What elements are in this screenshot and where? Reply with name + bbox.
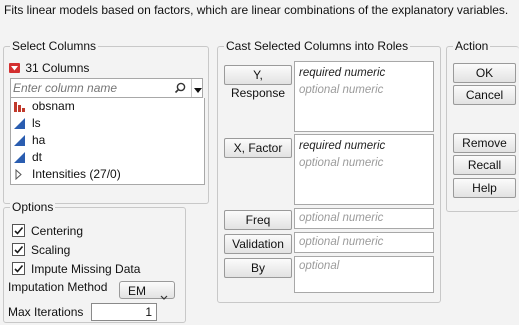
search-icon[interactable] (174, 81, 188, 98)
y-response-list[interactable]: required numeric optional numeric (294, 61, 434, 132)
list-item-label: dt (32, 150, 43, 164)
column-search-box (10, 78, 203, 98)
expand-triangle-icon[interactable] (14, 168, 27, 181)
search-options-dropdown-icon[interactable] (194, 84, 203, 98)
list-item[interactable]: obsnam (14, 98, 75, 115)
red-triangle-menu-icon[interactable] (9, 63, 20, 73)
validation-role-optional: optional numeric (299, 236, 384, 248)
column-list: obsnam ls ha dt Intensities (27/0) (10, 98, 205, 185)
ok-button[interactable]: OK (453, 63, 516, 83)
freq-list[interactable]: optional numeric (294, 208, 434, 229)
y-role-optional: optional numeric (299, 84, 384, 96)
imputation-method-value: EM (128, 284, 146, 298)
list-item-label: ha (32, 133, 46, 147)
validation-button[interactable]: Validation (224, 234, 292, 254)
remove-button[interactable]: Remove (453, 133, 516, 153)
cancel-button[interactable]: Cancel (453, 85, 516, 105)
x-role-requirement: required numeric (299, 140, 386, 152)
cast-roles-title: Cast Selected Columns into Roles (224, 38, 411, 54)
by-role-optional: optional (299, 260, 340, 272)
list-item-label: Intensities (27/0) (32, 167, 121, 181)
max-iterations-value: 1 (145, 305, 152, 319)
by-list[interactable]: optional (294, 256, 434, 293)
columns-menu[interactable]: 31 Columns (9, 60, 89, 76)
list-item-label: obsnam (32, 99, 75, 113)
y-response-button[interactable]: Y, Response (224, 65, 292, 100)
list-item-label: ls (32, 116, 41, 130)
x-role-optional: optional numeric (299, 157, 384, 169)
search-options-divider (191, 79, 192, 97)
checkbox-checked-icon[interactable] (12, 243, 25, 256)
list-item[interactable]: ha (14, 132, 45, 149)
max-iterations-field[interactable]: 1 (91, 303, 157, 321)
imputation-method-select[interactable]: EM (119, 281, 175, 300)
continuous-triangle-icon (14, 151, 27, 163)
action-title: Action (453, 38, 491, 54)
recall-button[interactable]: Recall (453, 155, 516, 175)
options-panel: Options Centering Scaling Impute Missing… (3, 199, 186, 323)
help-button[interactable]: Help (453, 178, 516, 198)
validation-list[interactable]: optional numeric (294, 232, 434, 253)
options-title: Options (10, 199, 56, 215)
max-iterations-label: Max Iterations (8, 305, 84, 319)
cast-roles-panel: Cast Selected Columns into Roles Y, Resp… (217, 38, 441, 303)
continuous-triangle-icon (14, 117, 27, 129)
x-factor-button[interactable]: X, Factor (224, 138, 292, 158)
x-factor-list[interactable]: required numeric optional numeric (294, 134, 434, 205)
impute-label: Impute Missing Data (31, 262, 141, 276)
column-search-input[interactable] (13, 80, 171, 96)
action-panel: Action OK Cancel Remove Recall Help (446, 38, 519, 212)
nominal-bar-icon (14, 100, 27, 112)
checkbox-checked-icon[interactable] (12, 224, 25, 237)
list-item[interactable]: dt (14, 149, 42, 166)
imputation-method-label: Imputation Method (8, 280, 108, 294)
freq-role-optional: optional numeric (299, 212, 384, 224)
scaling-checkbox[interactable]: Scaling (12, 242, 70, 258)
select-columns-title: Select Columns (10, 38, 99, 54)
continuous-triangle-icon (14, 134, 27, 146)
impute-checkbox[interactable]: Impute Missing Data (12, 261, 140, 277)
y-role-requirement: required numeric (299, 67, 386, 79)
list-item-group[interactable]: Intensities (27/0) (14, 166, 121, 183)
freq-button[interactable]: Freq (224, 210, 292, 230)
platform-description: Fits linear models based on factors, whi… (4, 3, 509, 17)
centering-checkbox[interactable]: Centering (12, 223, 83, 239)
list-item[interactable]: ls (14, 115, 41, 132)
by-button[interactable]: By (224, 258, 292, 278)
scaling-label: Scaling (31, 243, 71, 257)
select-columns-panel: Select Columns 31 Columns obsnam ls (3, 38, 209, 204)
centering-label: Centering (31, 224, 84, 238)
chevron-down-icon (160, 288, 168, 306)
checkbox-checked-icon[interactable] (12, 262, 25, 275)
column-count: 31 Columns (25, 61, 90, 75)
